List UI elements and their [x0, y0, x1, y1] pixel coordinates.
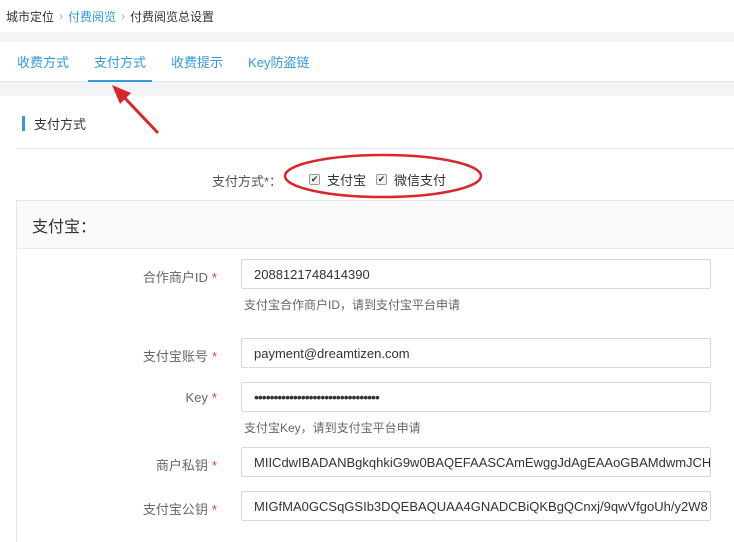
breadcrumb-item-paid-reading[interactable]: 付费阅览 — [68, 8, 116, 25]
alipay-option-label: 支付宝 — [327, 173, 367, 188]
breadcrumb-separator: › — [121, 9, 126, 23]
alipay-settings-title: 支付宝： — [17, 201, 734, 249]
content-spacer — [0, 82, 734, 96]
account-input[interactable]: payment@dreamtizen.com — [241, 338, 711, 368]
breadcrumb-item-city[interactable]: 城市定位 — [6, 8, 54, 25]
header-spacer — [0, 32, 734, 42]
partner-id-input[interactable]: 2088121748414390 — [241, 259, 711, 289]
wechat-pay-option-label: 微信支付 — [394, 173, 447, 188]
partner-id-label: 合作商户ID * — [142, 270, 217, 285]
section-divider — [16, 148, 734, 149]
private-key-input[interactable]: MIICdwIBADANBgkqhkiG9w0BAQEFAASCAmEwggJd… — [241, 447, 711, 477]
tab-payment-method[interactable]: 支付方式 — [84, 42, 156, 82]
public-key-input[interactable]: MIGfMA0GCSqGSIb3DQEBAQUAA4GNADCBiQKBgQCn… — [241, 491, 711, 521]
option-wechat-pay[interactable]: ✔ 微信支付 — [376, 170, 446, 189]
public-key-label: 支付宝公钥 * — [142, 502, 217, 517]
key-help: 支付宝Key，请到支付宝平台申请 — [244, 421, 421, 435]
alipay-checkbox[interactable]: ✔ — [309, 174, 320, 185]
alipay-settings-box: 支付宝： 合作商户ID * 2088121748414390 支付宝合作商户ID，… — [16, 200, 734, 542]
key-label: Key * — [185, 390, 217, 405]
section-header: 支付方式 — [22, 114, 86, 133]
breadcrumb: 城市定位 › 付费阅览 › 付费阅览总设置 — [0, 0, 734, 32]
payment-method-row: 支付方式*： ✔ 支付宝 ✔ 微信支付 — [0, 168, 734, 190]
tab-key-anti-leech[interactable]: Key防盗链 — [238, 42, 319, 81]
partner-id-help: 支付宝合作商户ID，请到支付宝平台申请 — [244, 298, 461, 312]
tab-charge-tips[interactable]: 收费提示 — [161, 42, 233, 81]
option-alipay[interactable]: ✔ 支付宝 — [309, 170, 366, 189]
private-key-label: 商户私钥 * — [155, 458, 217, 473]
tab-bar: 收费方式 支付方式 收费提示 Key防盗链 — [0, 42, 734, 82]
tab-charge-method[interactable]: 收费方式 — [7, 42, 79, 81]
main-panel: 支付方式 支付方式*： ✔ 支付宝 ✔ 微信支付 支付宝： 合作商户ID * 20… — [0, 96, 734, 542]
payment-method-label: 支付方式*： — [212, 174, 283, 189]
section-accent-bar — [22, 116, 25, 131]
account-label: 支付宝账号 * — [142, 349, 217, 364]
breadcrumb-separator: › — [59, 9, 64, 23]
payment-method-options: ✔ 支付宝 ✔ 微信支付 — [309, 170, 456, 189]
wechat-pay-checkbox[interactable]: ✔ — [376, 174, 388, 185]
section-title: 支付方式 — [34, 117, 87, 132]
key-password-input[interactable]: •••••••••••••••••••••••••••••••• — [241, 382, 711, 412]
breadcrumb-item-current: 付费阅览总设置 — [130, 9, 215, 24]
